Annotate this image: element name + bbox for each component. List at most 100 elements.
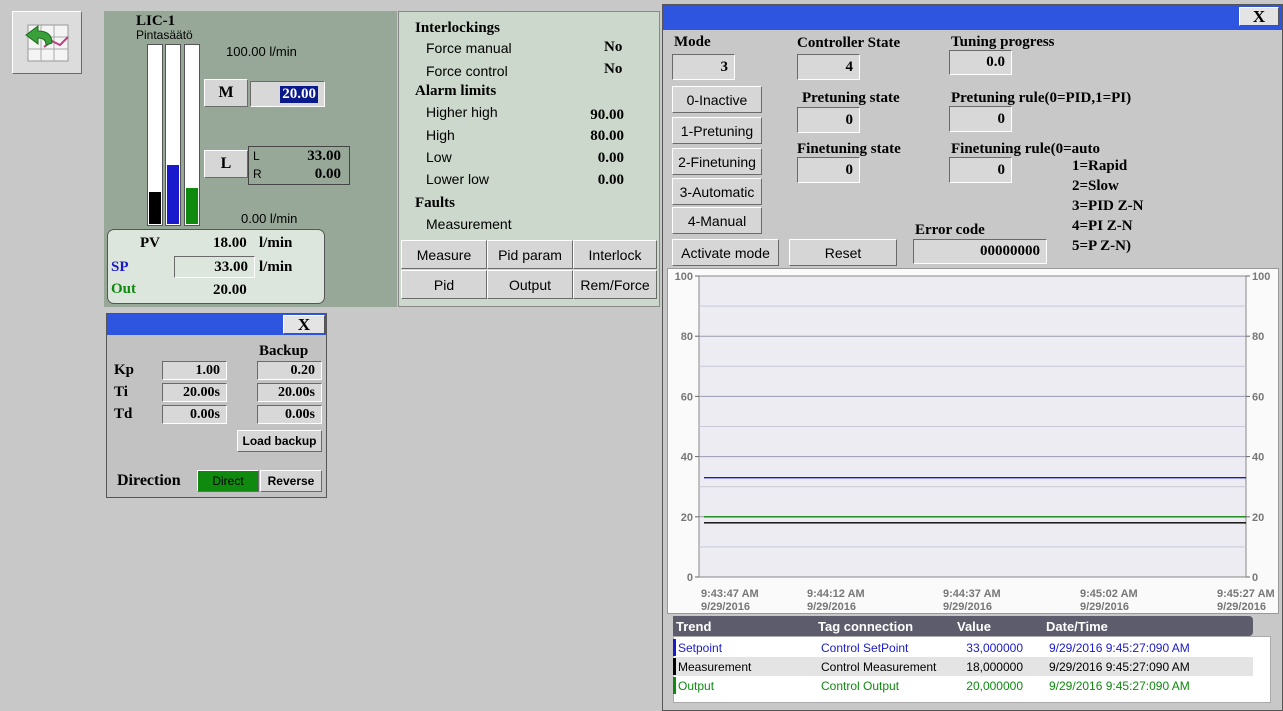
tuning-window-close-button[interactable]: X (1239, 7, 1279, 26)
trend-chart[interactable]: 0 0 20 20 40 40 60 60 80 80 100 100 9:43:47 AM 9/29/2… (667, 268, 1279, 614)
table-row[interactable]: Setpoint Control SetPoint 33,000000 9/29/20… (673, 638, 1253, 657)
x-tick-time: 9:45:02 AM (1080, 588, 1138, 600)
pretuning-rule-input[interactable]: 0 (949, 106, 1012, 132)
local-mode-button[interactable]: L (204, 150, 248, 178)
trend-chart-svg: 0 020 2040 4060 6080 80100 1009:43:47 AM9/29/2… (675, 271, 1275, 613)
x-tick-time: 9:44:37 AM (943, 588, 1001, 600)
x-tick-date: 9/29/2016 (943, 601, 992, 613)
cell-trend: Output (678, 679, 715, 693)
force-manual-label: Force manual (426, 40, 512, 56)
kp-value: 1.00 (195, 362, 221, 378)
cell-datetime: 9/29/2016 9:45:27:090 AM (1049, 641, 1190, 655)
sp-input[interactable]: 33.00 (174, 256, 255, 278)
error-code-value: 00000000 (980, 243, 1040, 259)
cell-value: 20,000000 (966, 679, 1023, 693)
kp-backup-value: 0.20 (290, 362, 316, 378)
x-tick-date: 9/29/2016 (701, 601, 750, 613)
cell-tag: Control Measurement (821, 660, 937, 674)
col-trend: Trend (676, 619, 712, 634)
direction-label: Direction (117, 472, 181, 489)
load-backup-button[interactable]: Load backup (237, 430, 322, 452)
ti-input[interactable]: 20.00s (162, 383, 227, 402)
backup-label: Backup (259, 343, 309, 359)
pv-value: 18.00 (213, 235, 247, 251)
kp-input[interactable]: 1.00 (162, 361, 227, 380)
finetuning-state-label: Finetuning state (797, 141, 901, 157)
pid-window-close-button[interactable]: X (283, 315, 325, 334)
finetuning-state-field: 0 (797, 157, 860, 183)
scale-min-label: 0.00 l/min (241, 211, 298, 226)
td-backup-input[interactable]: 0.00s (257, 405, 322, 424)
interlock-button[interactable]: Interlock (573, 240, 657, 269)
output-bar (184, 44, 200, 226)
lower-low-value: 0.00 (597, 172, 624, 188)
y-tick-label-right: 100 (1252, 271, 1270, 283)
manual-mode-button[interactable]: M (204, 79, 248, 107)
cell-datetime: 9/29/2016 9:45:27:090 AM (1049, 679, 1190, 693)
rem-force-button[interactable]: Rem/Force (573, 270, 657, 299)
cell-tag: Control SetPoint (821, 641, 909, 655)
high-value: 80.00 (590, 128, 624, 144)
reverse-button[interactable]: Reverse (260, 470, 322, 492)
mode-manual-button[interactable]: 4-Manual (672, 207, 762, 234)
measurement-bar (147, 44, 163, 226)
trend-table-header: Trend Tag connection Value Date/Time (673, 616, 1253, 636)
finetuning-rule-value: 0 (997, 161, 1006, 178)
alarm-limits-title: Alarm limits (415, 83, 497, 99)
mode-label: Mode (674, 34, 711, 50)
sp-unit: l/min (259, 259, 293, 275)
td-backup-value: 0.00s (285, 406, 315, 422)
l-row-label: L (253, 149, 260, 163)
y-tick-label: 80 (681, 331, 693, 343)
force-manual-value: No (604, 39, 623, 55)
pid-param-window: X Backup Kp 1.00 0.20 Ti 20.00s 20.00s T… (106, 313, 327, 498)
x-tick-date: 9/29/2016 (807, 601, 856, 613)
tuning-window-titlebar[interactable] (663, 5, 1282, 30)
pretuning-state-value: 0 (845, 111, 854, 128)
sp-label: SP (111, 259, 129, 275)
force-control-value: No (604, 61, 623, 77)
trend-color-marker (673, 639, 676, 656)
kp-backup-input[interactable]: 0.20 (257, 361, 322, 380)
back-button[interactable] (12, 11, 82, 74)
td-input[interactable]: 0.00s (162, 405, 227, 424)
reset-button[interactable]: Reset (789, 239, 897, 266)
measurement-bar-fill (149, 191, 161, 224)
error-code-label: Error code (915, 222, 985, 238)
measurement-fault-label: Measurement (426, 216, 512, 232)
mode-finetuning-button[interactable]: 2-Finetuning (672, 148, 762, 175)
manual-output-input[interactable]: 20.00 (250, 81, 325, 107)
table-row[interactable]: Measurement Control Measurement 18,000000 9… (673, 657, 1253, 676)
pid-param-button[interactable]: Pid param (487, 240, 573, 269)
measure-button[interactable]: Measure (401, 240, 487, 269)
td-label: Td (114, 406, 133, 422)
ti-backup-value: 20.00s (278, 384, 315, 400)
lic-subtitle: Pintasäätö (136, 28, 193, 42)
cell-trend: Measurement (678, 660, 752, 674)
ti-backup-input[interactable]: 20.00s (257, 383, 322, 402)
activate-mode-button[interactable]: Activate mode (672, 239, 779, 266)
pid-button[interactable]: Pid (401, 270, 487, 299)
y-tick-label-right: 80 (1252, 331, 1264, 343)
higher-high-value: 90.00 (590, 107, 624, 123)
trend-color-marker (673, 658, 676, 675)
pv-label: PV (140, 235, 160, 251)
sp-value: 33.00 (214, 258, 248, 275)
tuning-progress-label: Tuning progress (951, 34, 1055, 50)
y-tick-label: 40 (681, 452, 693, 464)
controller-state-label: Controller State (797, 35, 901, 51)
pretuning-state-label: Pretuning state (802, 90, 900, 106)
direct-button[interactable]: Direct (197, 470, 259, 492)
r-row-label: R (253, 167, 262, 181)
mode-automatic-button[interactable]: 3-Automatic (672, 178, 762, 205)
interlock-panel: Interlockings Force manual No Force cont… (398, 11, 660, 307)
mode-inactive-button[interactable]: 0-Inactive (672, 86, 762, 113)
output-button[interactable]: Output (487, 270, 573, 299)
table-row[interactable]: Output Control Output 20,000000 9/29/2016 9… (673, 676, 1253, 695)
finetuning-rule-input[interactable]: 0 (949, 157, 1012, 183)
faults-title: Faults (415, 195, 456, 211)
mode-pretuning-button[interactable]: 1-Pretuning (672, 117, 762, 144)
back-arrow-icon (25, 24, 69, 61)
scale-max-label: 100.00 l/min (226, 44, 297, 59)
trend-table: Trend Tag connection Value Date/Time Set… (673, 616, 1273, 708)
